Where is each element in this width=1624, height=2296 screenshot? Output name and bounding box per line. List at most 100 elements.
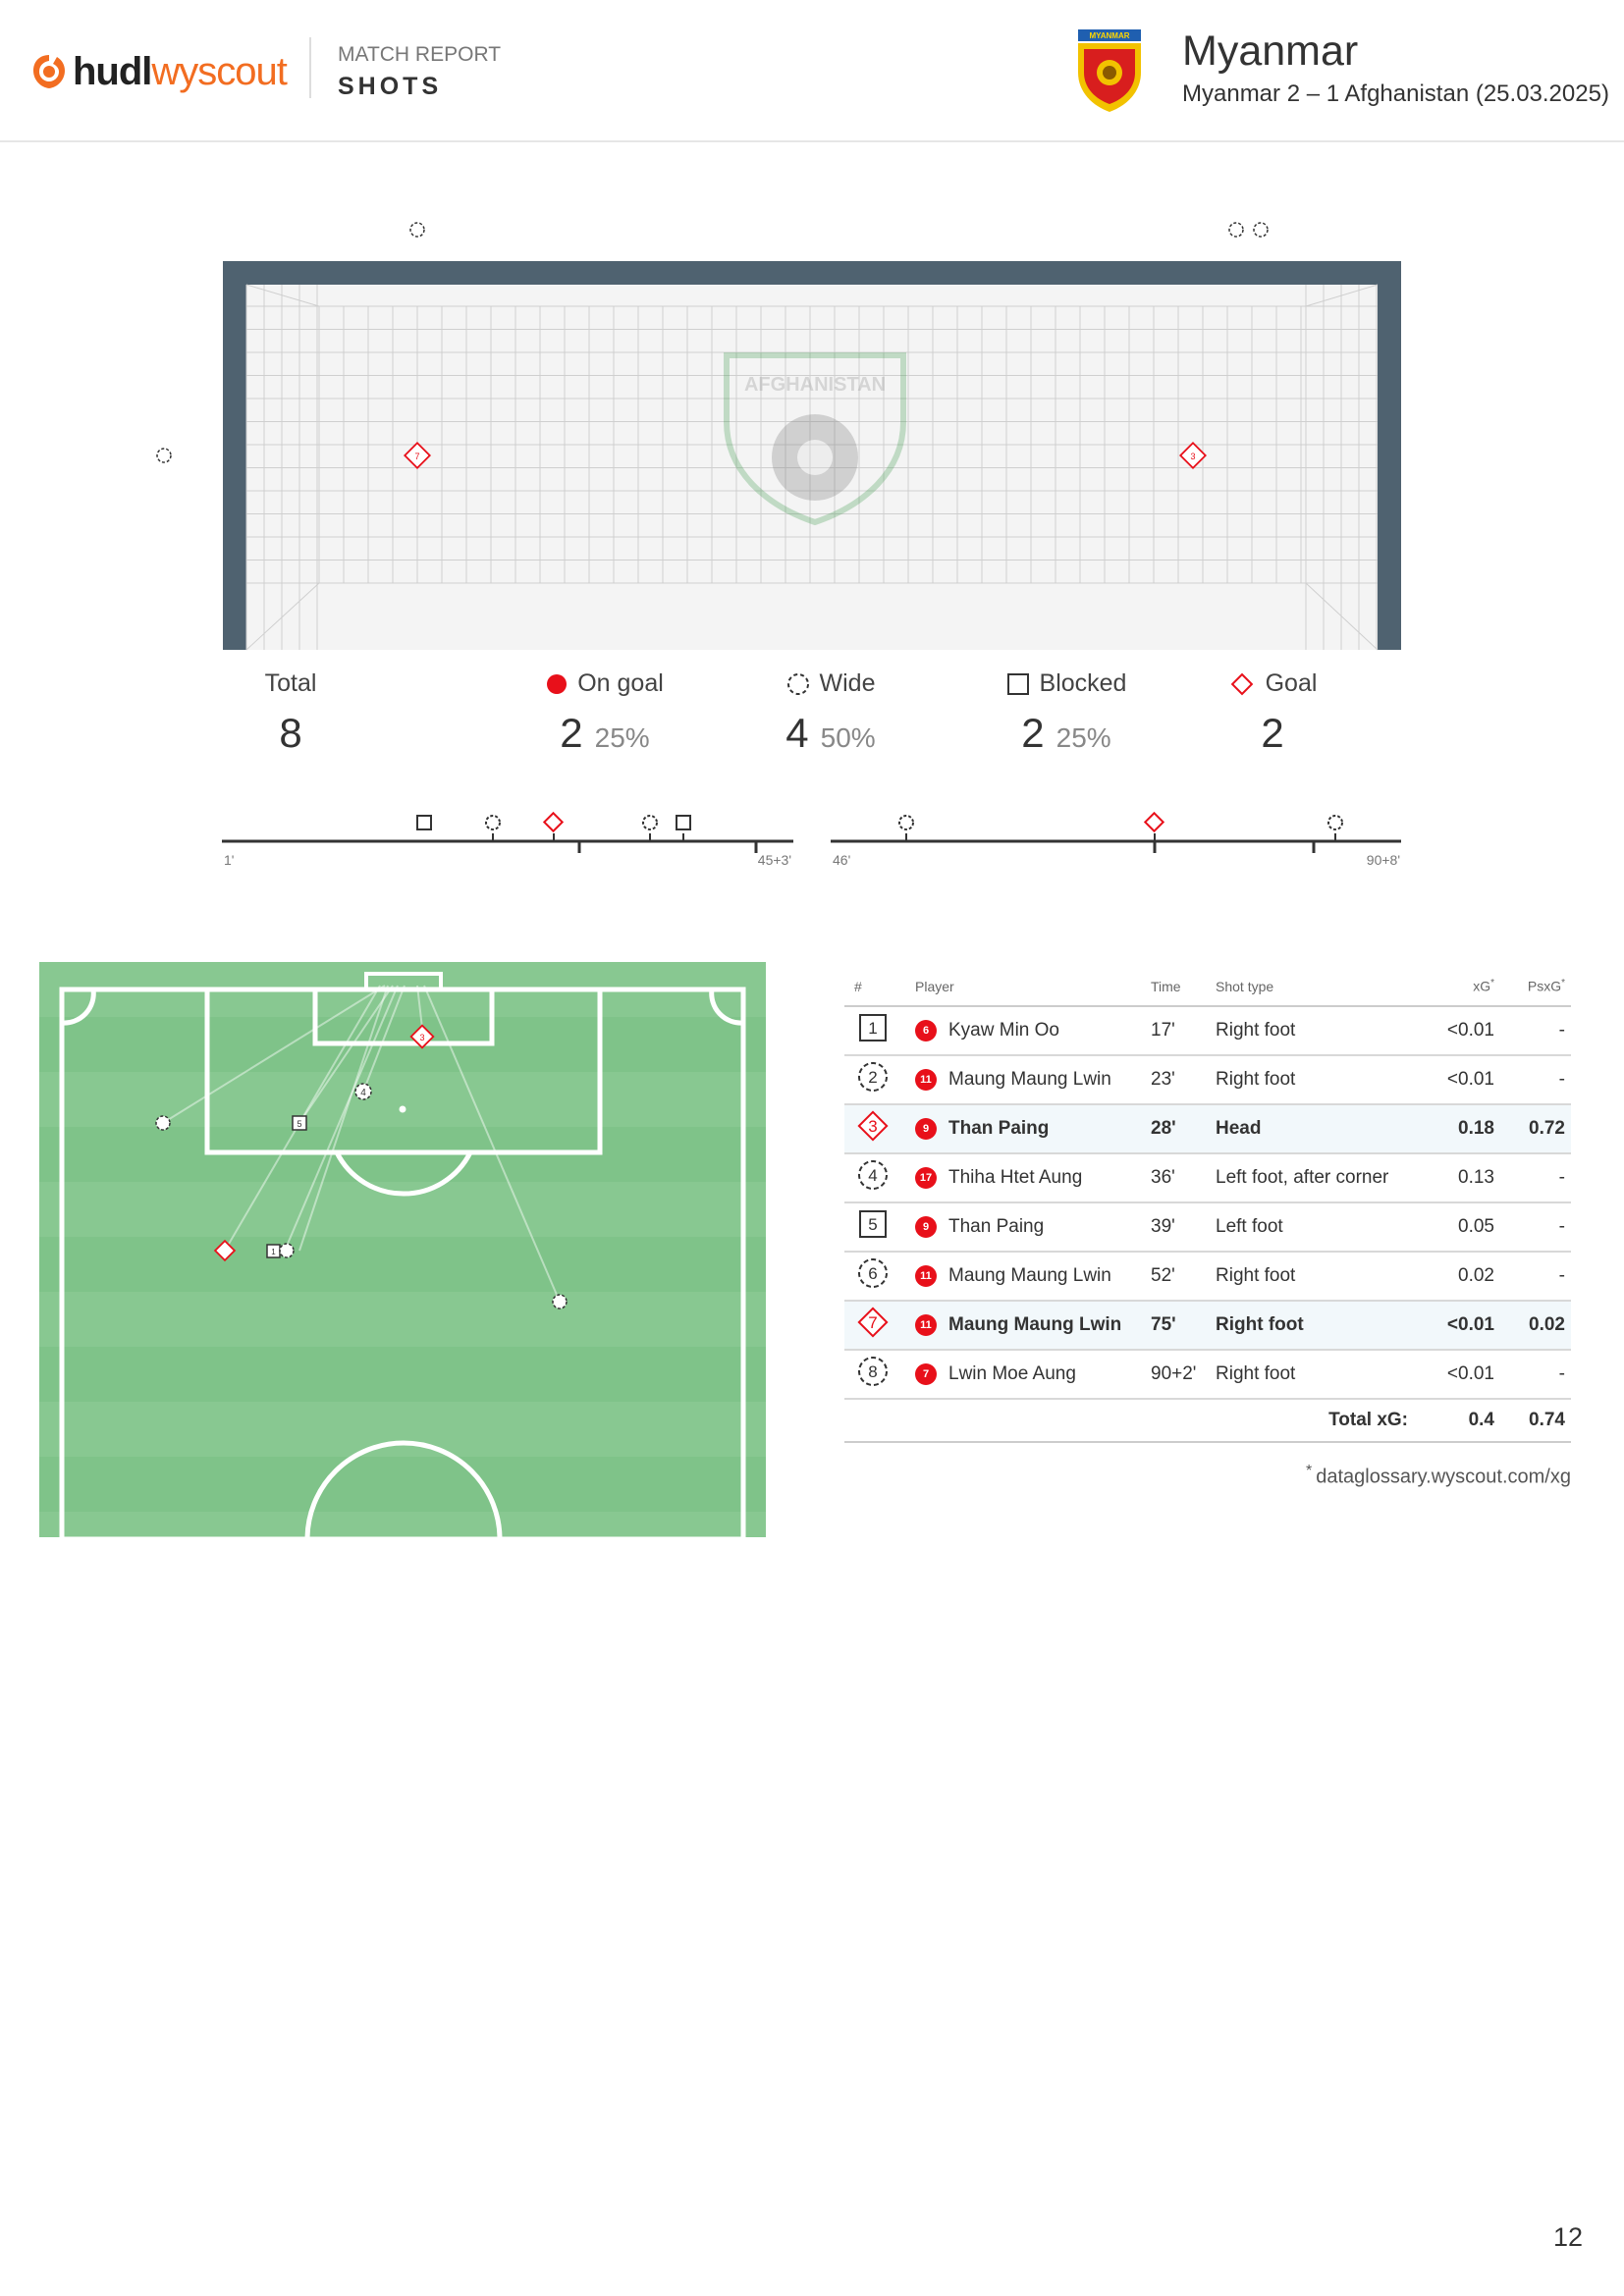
row-psxg: 0.02 [1500, 1301, 1571, 1351]
row-player: 11 Maung Maung Lwin [915, 1055, 1151, 1105]
pitch-wide-marker-4: 4 [354, 1083, 372, 1100]
total-psxg-value: 0.74 [1500, 1399, 1571, 1443]
first-half-end-label: 45+3' [758, 852, 791, 868]
timeline-blocked-marker [676, 815, 691, 830]
summary-wide: Wide 4 50% [723, 669, 939, 757]
row-time: 39' [1151, 1202, 1216, 1253]
summary-wide-value: 4 [785, 710, 809, 756]
blocked-icon [1006, 672, 1029, 695]
summary-blocked: Blocked 2 25% [948, 669, 1184, 757]
page-number: 12 [1552, 2222, 1583, 2252]
brand-hudl-text: hudl [73, 49, 152, 93]
row-xg: 0.05 [1432, 1202, 1500, 1253]
brand-wyscout-text: wyscout [151, 49, 287, 93]
pitch-blocked-marker-5: 5 [292, 1115, 307, 1131]
summary-blocked-label: Blocked [1039, 669, 1127, 697]
shot-map-pitch: 5 4 3 1 [39, 962, 766, 1537]
on-goal-icon [547, 673, 568, 694]
timeline-wide-marker [898, 815, 914, 830]
pitch-marker-label: 1 [271, 1248, 276, 1256]
wide-shot-marker [409, 222, 425, 238]
summary-on-goal-pct: 25% [594, 722, 650, 753]
report-title: SHOTS [338, 73, 443, 100]
header-psxg-asterisk: * [1561, 978, 1565, 989]
row-id: 8 [868, 1362, 877, 1381]
goal-icon [1230, 672, 1253, 695]
row-outcome-id: 1 [844, 1006, 915, 1056]
wide-shot-marker [156, 448, 172, 463]
summary-total: Total 8 [222, 669, 359, 757]
row-xg: <0.01 [1432, 1350, 1500, 1400]
total-xg-label: Total xG: [844, 1399, 1432, 1443]
table-row: 7 11 Maung Maung Lwin 75' Right foot <0.01 0.0… [844, 1301, 1571, 1351]
second-half-timeline: 46' 90+8' [831, 811, 1401, 868]
row-time: 17' [1151, 1006, 1216, 1056]
row-shot-type: Right foot [1216, 1301, 1432, 1351]
table-row: 3 9 Than Paing 28' Head 0.18 0.72 [844, 1104, 1571, 1154]
row-shot-type: Right foot [1216, 1350, 1432, 1400]
summary-goal-value: 2 [1261, 710, 1284, 756]
jersey-number-badge: 9 [915, 1118, 937, 1140]
row-time: 52' [1151, 1252, 1216, 1302]
total-row: Total xG: 0.4 0.74 [844, 1399, 1571, 1443]
report-header: hudl wyscout MATCH REPORT SHOTS MYANMAR M… [0, 0, 1624, 142]
row-outcome-id: 6 [844, 1252, 915, 1302]
player-name: Lwin Moe Aung [948, 1363, 1076, 1384]
pitch-stripe [39, 1072, 766, 1127]
row-shot-type: Right foot [1216, 1006, 1432, 1056]
footnote-star: * [1306, 1463, 1313, 1479]
player-name: Than Paing [948, 1118, 1050, 1139]
pitch-stripe [39, 1182, 766, 1237]
row-player: 6 Kyaw Min Oo [915, 1006, 1151, 1056]
goal-outcome-icon: 7 [857, 1307, 889, 1338]
pitch-marker-label: 3 [419, 1033, 424, 1042]
pitch-wide-marker [552, 1294, 568, 1309]
goal-marker-label: 3 [1190, 452, 1195, 461]
header-shot-type: Shot type [1216, 967, 1432, 1007]
match-line: Myanmar 2 – 1 Afghanistan (25.03.2025) [1182, 80, 1609, 107]
timeline-blocked-marker [416, 815, 432, 830]
table-row: 6 11 Maung Maung Lwin 52' Right foot 0.02- [844, 1252, 1571, 1302]
summary-total-label: Total [264, 669, 317, 697]
timeline-wide-marker [1327, 815, 1343, 830]
shot-timeline: 1' 45+3' 46' 90+8' [222, 811, 1401, 868]
table-row: 4 17 Thiha Htet Aung 36' Left foot, after co… [844, 1153, 1571, 1203]
jersey-number-badge: 9 [915, 1216, 937, 1238]
summary-on-goal-label: On goal [577, 669, 664, 697]
row-id: 4 [868, 1166, 877, 1185]
row-shot-type: Right foot [1216, 1252, 1432, 1302]
table-header-row: # Player Time Shot type xG* PsxG* [844, 967, 1571, 1007]
header-player: Player [915, 967, 1151, 1007]
player-name: Kyaw Min Oo [948, 1020, 1059, 1041]
row-xg: <0.01 [1432, 1301, 1500, 1351]
header-time: Time [1151, 967, 1216, 1007]
header-xg: xG* [1432, 967, 1500, 1007]
row-id: 3 [868, 1117, 877, 1136]
row-outcome-id: 3 [844, 1104, 915, 1154]
row-player: 11 Maung Maung Lwin [915, 1252, 1151, 1302]
pitch-marker-label: 5 [297, 1119, 301, 1129]
wide-outcome-icon: 8 [858, 1357, 888, 1386]
goal-marker-label: 7 [414, 452, 419, 461]
footnote-link[interactable]: dataglossary.wyscout.com/xg [1316, 1467, 1571, 1488]
timeline-wide-marker [642, 815, 658, 830]
pitch-blocked-marker-1: 1 [266, 1244, 281, 1258]
goal-outcome-icon: 3 [857, 1110, 889, 1142]
watermark-text: AFGHANISTAN [744, 374, 886, 396]
summary-goal-label: Goal [1265, 669, 1318, 697]
row-player: 11 Maung Maung Lwin [915, 1301, 1151, 1351]
shots-table: # Player Time Shot type xG* PsxG* 1 6 Kyaw… [844, 967, 1571, 1443]
hudl-logo-icon [33, 55, 65, 88]
row-id: 1 [868, 1019, 877, 1038]
penalty-spot [399, 1105, 406, 1113]
header-id: # [844, 967, 915, 1007]
row-player: 7 Lwin Moe Aung [915, 1350, 1151, 1400]
pitch-wide-marker [155, 1115, 171, 1131]
second-half-end-label: 90+8' [1367, 852, 1400, 868]
row-time: 75' [1151, 1301, 1216, 1351]
row-psxg: - [1500, 1153, 1571, 1203]
summary-wide-pct: 50% [820, 722, 876, 753]
timeline-goal-marker [1143, 811, 1165, 833]
player-name: Maung Maung Lwin [948, 1069, 1111, 1090]
row-id: 2 [868, 1068, 877, 1087]
